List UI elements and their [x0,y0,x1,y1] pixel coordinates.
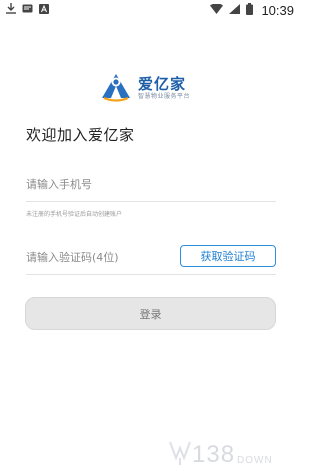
brand-name: 爱亿家 [138,74,187,93]
phone-input[interactable] [26,177,276,191]
status-left-icons [6,3,49,17]
status-time: 10:39 [261,2,294,18]
watermark-logo-icon [168,440,192,470]
status-bar: 10:39 [0,0,300,20]
code-input[interactable] [26,250,176,264]
logo-icon [100,70,134,106]
phone-hint: 未注册的手机号验证后自动创建账户 [26,211,123,218]
watermark-sub: DOWN [237,454,273,466]
watermark-text: 138 [192,441,236,468]
a-icon [39,3,49,17]
phone-field[interactable] [26,167,276,202]
logo-text: 爱亿家 智慧物业服务平台 [138,74,191,101]
signal-icon [229,3,241,17]
welcome-title: 欢迎加入爱亿家 [26,126,135,144]
login-button[interactable]: 登录 [25,297,276,330]
message-icon [22,3,33,17]
download-icon [6,3,16,17]
wifi-icon [210,3,224,17]
battery-icon [246,2,254,18]
status-right-icons: 10:39 [210,2,294,18]
brand-slogan: 智慧物业服务平台 [138,92,191,100]
get-code-button[interactable]: 获取验证码 [180,245,276,267]
watermark: 138 DOWN [168,438,296,472]
brand-logo: 爱亿家 智慧物业服务平台 [100,68,220,108]
